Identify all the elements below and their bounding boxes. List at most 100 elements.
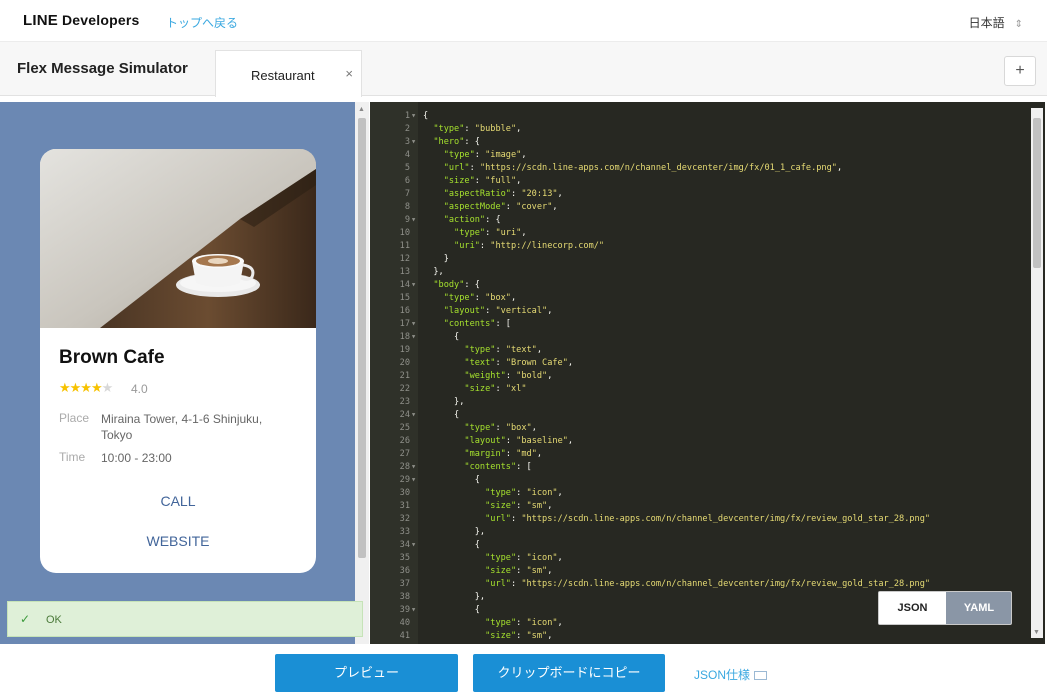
json-spec-label: JSON仕様: [694, 668, 751, 682]
line-number: 27: [399, 449, 410, 459]
tab-close-icon[interactable]: ×: [345, 66, 353, 81]
code-text: "size": "xl": [464, 384, 527, 394]
preview-button[interactable]: プレビュー: [275, 654, 458, 692]
scroll-up-icon[interactable]: ▲: [358, 106, 365, 113]
fold-arrow-icon[interactable]: ▾: [411, 539, 416, 552]
fold-arrow-icon[interactable]: ▾: [411, 318, 416, 331]
rating-value: 4.0: [131, 382, 148, 396]
code-text: {: [423, 111, 429, 121]
fold-arrow-icon[interactable]: ▾: [411, 331, 416, 344]
line-number: 19: [399, 345, 410, 355]
star-filled-icon: ★★★★: [59, 380, 103, 395]
code-text: "action": {: [443, 215, 501, 225]
fold-arrow-icon[interactable]: ▾: [411, 409, 416, 422]
code-text: "type": "box",: [443, 293, 517, 303]
line-number: 23: [399, 397, 410, 407]
cafe-title: Brown Cafe: [59, 347, 165, 368]
tab-bar: Flex Message Simulator Restaurant × +: [0, 42, 1047, 97]
code-text: "type": "box",: [464, 423, 537, 433]
fold-arrow-icon[interactable]: ▾: [411, 136, 416, 149]
line-number: 17: [399, 319, 410, 329]
fold-arrow-icon[interactable]: ▾: [411, 604, 416, 617]
line-number: 4: [404, 150, 410, 160]
logo-developers-text: Developers: [61, 12, 140, 28]
line-number: 31: [399, 501, 410, 511]
line-number: 39: [399, 605, 410, 615]
tab-label: Restaurant: [251, 68, 315, 83]
website-button[interactable]: WEBSITE: [40, 533, 316, 549]
code-text: "contents": [: [443, 319, 511, 329]
back-to-top-link[interactable]: トップへ戻る: [166, 14, 238, 31]
flex-bubble-card: Brown Cafe ★★★★★ 4.0 Place Miraina Tower…: [40, 149, 316, 573]
line-number: 11: [399, 241, 410, 251]
external-link-icon: [754, 671, 768, 681]
line-number: 1: [404, 111, 410, 121]
code-text: "uri": "http://linecorp.com/": [454, 241, 605, 251]
code-text: "type": "icon",: [485, 488, 563, 498]
code-text: },: [423, 267, 444, 277]
fold-arrow-icon[interactable]: ▾: [411, 461, 416, 474]
code-text: "aspectMode": "cover",: [443, 202, 558, 212]
code-editor[interactable]: 1 ▾{2 "type": "bubble", 3 ▾ "hero": {4 "typ…: [370, 102, 1045, 644]
copy-to-clipboard-button[interactable]: クリップボードにコピー: [473, 654, 665, 692]
line-number: 25: [399, 423, 410, 433]
code-text: "size": "sm",: [485, 501, 553, 511]
line-number: 16: [399, 306, 410, 316]
code-text: "type": "icon",: [485, 618, 563, 628]
line-number: 32: [399, 514, 410, 524]
hero-image[interactable]: [40, 149, 316, 328]
add-tab-button[interactable]: +: [1004, 56, 1036, 86]
fold-arrow-icon[interactable]: ▾: [411, 214, 416, 227]
code-text: "type": "uri",: [454, 228, 527, 238]
place-value: Miraina Tower, 4-1-6 Shinjuku, Tokyo: [101, 412, 263, 442]
line-number: 30: [399, 488, 410, 498]
code-text: "type": "text",: [464, 345, 543, 355]
code-text: {: [423, 410, 460, 420]
code-text: {: [423, 605, 480, 615]
code-text: "type": "icon",: [485, 553, 563, 563]
code-text: "aspectRatio": "20:13",: [443, 189, 563, 199]
code-text: "url": "https://scdn.line-apps.com/n/cha…: [485, 579, 931, 589]
line-number: 13: [399, 267, 410, 277]
json-spec-link[interactable]: JSON仕様: [694, 666, 768, 683]
line-number: 20: [399, 358, 410, 368]
fold-arrow-icon[interactable]: ▾: [411, 279, 416, 292]
yaml-format-button[interactable]: YAML: [946, 592, 1011, 624]
editor-scrollbar[interactable]: ▼: [1031, 108, 1043, 638]
line-number: 15: [399, 293, 410, 303]
code-text: {: [423, 475, 480, 485]
code-text: },: [423, 527, 486, 537]
scrollbar-thumb[interactable]: [1033, 118, 1041, 268]
code-text: "size": "sm",: [485, 566, 553, 576]
language-label: 日本語: [968, 16, 1005, 30]
call-button[interactable]: CALL: [40, 493, 316, 509]
code-text: {: [423, 332, 460, 342]
place-label: Place: [59, 411, 90, 425]
language-select[interactable]: 日本語 ⇕: [969, 14, 1023, 31]
json-format-button[interactable]: JSON: [879, 592, 946, 624]
fold-arrow-icon[interactable]: ▾: [411, 474, 416, 487]
line-number: 21: [399, 371, 410, 381]
line-number: 2: [404, 124, 410, 134]
line-number: 7: [404, 189, 410, 199]
fold-arrow-icon[interactable]: ▾: [411, 110, 416, 123]
rating-stars: ★★★★★: [59, 380, 113, 396]
line-developers-logo[interactable]: LINE Developers: [23, 12, 139, 29]
line-number: 36: [399, 566, 410, 576]
line-number: 12: [399, 254, 410, 264]
status-ok-bar: ✓ OK: [7, 601, 363, 637]
line-number: 33: [399, 527, 410, 537]
code-text: },: [423, 592, 486, 602]
preview-scrollbar[interactable]: ▲: [355, 102, 369, 644]
code-text: {: [423, 540, 480, 550]
line-number: 40: [399, 618, 410, 628]
select-chevron-icon: ⇕: [1014, 19, 1023, 30]
status-text: OK: [46, 614, 62, 626]
scrollbar-thumb[interactable]: [358, 118, 366, 558]
check-icon: ✓: [20, 612, 31, 626]
line-number: 6: [404, 176, 410, 186]
line-number: 22: [399, 384, 410, 394]
scroll-down-icon[interactable]: ▼: [1033, 629, 1040, 636]
line-number: 28: [399, 462, 410, 472]
tab-restaurant[interactable]: Restaurant ×: [215, 50, 362, 97]
